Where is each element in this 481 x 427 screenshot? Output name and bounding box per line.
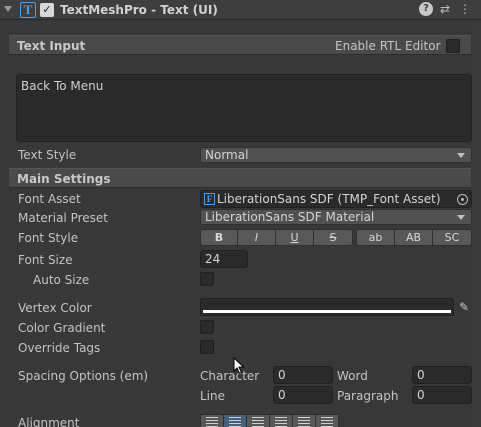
align-center-button[interactable] — [223, 414, 247, 427]
override-tags-checkbox[interactable] — [200, 340, 214, 354]
alignment-label: Alignment — [18, 416, 80, 427]
component-enabled-checkbox[interactable]: ✓ — [40, 3, 54, 17]
text-component-icon: T — [20, 2, 36, 18]
underline-button[interactable]: U — [275, 229, 314, 246]
main-settings-section-header[interactable]: Main Settings — [9, 168, 471, 188]
word-spacing-label: Word — [337, 369, 368, 383]
bold-button[interactable]: B — [200, 229, 238, 246]
object-picker-icon[interactable] — [457, 194, 468, 205]
text-input-area[interactable]: Back To Menu — [16, 74, 472, 142]
align-geometry-center-icon — [321, 417, 333, 427]
more-icon[interactable]: ⋮ — [458, 2, 472, 16]
rtl-editor-label: Enable RTL Editor — [335, 39, 441, 53]
paragraph-spacing-label: Paragraph — [337, 389, 399, 403]
foldout-arrow-icon[interactable] — [4, 6, 12, 12]
inspector-scrollbar[interactable] — [473, 20, 481, 427]
font-asset-value: LiberationSans SDF (TMP_Font Asset) — [217, 192, 441, 206]
color-gradient-label: Color Gradient — [18, 321, 106, 335]
rtl-editor-checkbox[interactable] — [446, 39, 460, 53]
section-title: Main Settings — [17, 172, 111, 186]
align-center-icon — [229, 417, 241, 427]
strikethrough-button[interactable]: S — [313, 229, 353, 246]
character-spacing-label: Character — [200, 369, 260, 383]
align-justified-button[interactable] — [269, 414, 293, 427]
character-spacing-field[interactable]: 0 — [273, 366, 333, 384]
lowercase-button[interactable]: ab — [356, 229, 395, 246]
auto-size-checkbox[interactable] — [200, 272, 214, 286]
component-header: T ✓ TextMeshPro - Text (UI) ? ⇄ ⋮ — [0, 0, 481, 20]
text-style-label: Text Style — [18, 148, 77, 162]
eyedropper-icon[interactable]: ✎ — [456, 299, 472, 315]
line-spacing-label: Line — [200, 389, 226, 403]
word-spacing-field[interactable]: 0 — [412, 366, 472, 384]
section-title: Text Input — [17, 39, 86, 53]
material-preset-dropdown[interactable]: LiberationSans SDF Material — [200, 209, 472, 225]
vertex-color-field[interactable] — [200, 298, 454, 316]
text-style-value: Normal — [205, 148, 249, 162]
spacing-options-label: Spacing Options (em) — [18, 369, 149, 383]
align-geometry-center-button[interactable] — [315, 414, 339, 427]
uppercase-button[interactable]: AB — [394, 229, 433, 246]
font-asset-field[interactable]: F LiberationSans SDF (TMP_Font Asset) — [200, 190, 472, 208]
text-input-section-header[interactable]: Text Input Enable RTL Editor — [9, 35, 471, 55]
font-size-field[interactable]: 24 — [200, 250, 248, 268]
line-spacing-field[interactable]: 0 — [273, 386, 333, 404]
paragraph-spacing-field[interactable]: 0 — [412, 386, 472, 404]
chevron-down-icon — [457, 153, 465, 158]
font-style-label: Font Style — [18, 231, 79, 245]
smallcaps-button[interactable]: SC — [432, 229, 472, 246]
alignment-buttons — [200, 414, 339, 427]
align-flush-icon — [298, 417, 310, 427]
align-right-button[interactable] — [246, 414, 270, 427]
font-asset-icon: F — [204, 193, 215, 205]
color-gradient-checkbox[interactable] — [200, 320, 214, 334]
font-asset-label: Font Asset — [18, 192, 81, 206]
text-style-dropdown[interactable]: Normal — [200, 147, 472, 163]
mouse-cursor-icon — [233, 357, 245, 375]
auto-size-label: Auto Size — [33, 273, 90, 287]
vertex-color-label: Vertex Color — [18, 301, 92, 315]
font-style-buttons: B I U S ab AB SC — [200, 229, 472, 246]
align-flush-button[interactable] — [292, 414, 316, 427]
material-preset-value: LiberationSans SDF Material — [205, 210, 375, 224]
italic-button[interactable]: I — [237, 229, 276, 246]
component-title: TextMeshPro - Text (UI) — [60, 3, 218, 17]
align-left-button[interactable] — [200, 414, 224, 427]
font-size-label: Font Size — [18, 253, 73, 267]
presets-icon[interactable]: ⇄ — [438, 2, 452, 16]
help-icon[interactable]: ? — [419, 2, 433, 16]
override-tags-label: Override Tags — [18, 341, 101, 355]
align-justified-icon — [275, 417, 287, 427]
material-preset-label: Material Preset — [18, 211, 108, 225]
align-right-icon — [252, 417, 264, 427]
align-left-icon — [206, 417, 218, 427]
chevron-down-icon — [457, 215, 465, 220]
